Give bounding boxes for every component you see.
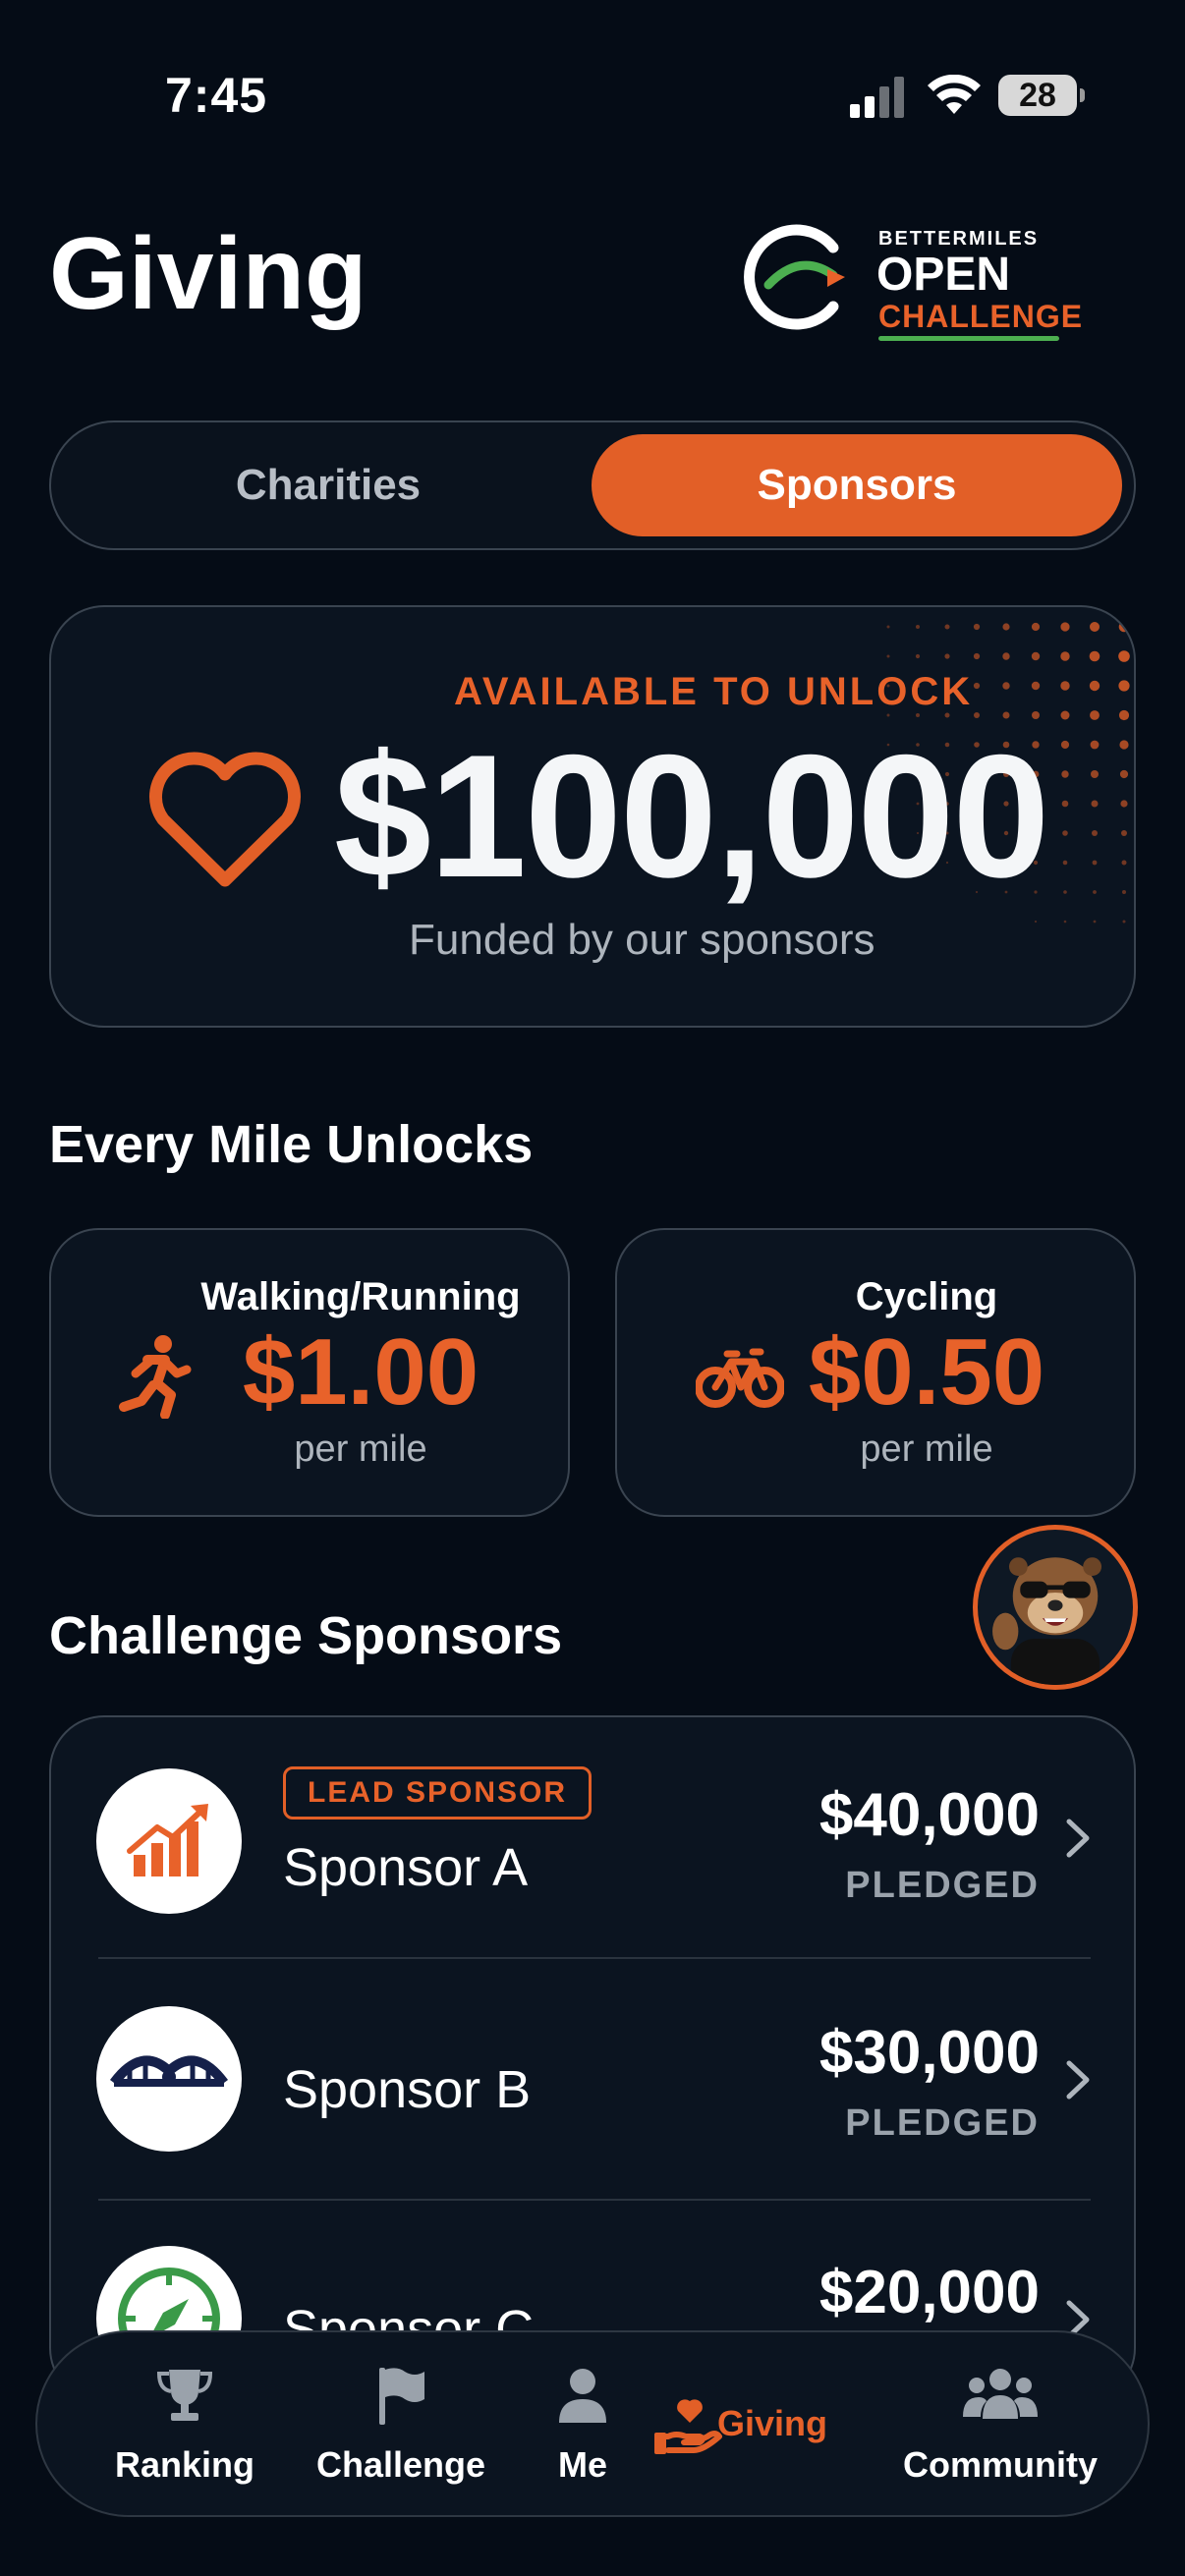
sponsor-logo [96,2006,242,2152]
giving-tab-switcher: Charities Sponsors [49,420,1136,550]
bridge-icon [109,2055,229,2087]
status-bar: 7:45 28 [0,0,1185,187]
rate-label: Cycling [855,1275,998,1318]
chevron-right-icon [1066,1819,1090,1858]
lead-sponsor-badge: LEAD SPONSOR [283,1766,592,1820]
rate-unit: per mile [294,1428,427,1470]
otter-mascot-avatar[interactable] [973,1525,1138,1690]
sponsor-status: PLEDGED [845,1865,1040,1906]
nav-label: Community [903,2444,1098,2485]
chevron-right-icon [1066,2060,1090,2100]
nav-challenge[interactable]: Challenge [303,2332,499,2519]
sponsor-amount: $20,000 [818,2259,1040,2326]
otter-mascot-icon [992,1557,1102,1685]
nav-label: Giving [717,2403,828,2443]
nav-label: Challenge [315,2444,486,2485]
cellular-signal-icon [850,77,904,118]
hero-eyebrow: AVAILABLE TO UNLOCK [454,670,974,713]
group-icon [963,2369,1038,2419]
sponsor-amount: $30,000 [818,2019,1040,2087]
nav-label: Me [557,2444,607,2485]
sponsor-logo [96,1768,242,1914]
growth-chart-icon [127,1804,208,1876]
wifi-icon [928,75,981,114]
available-to-unlock-card: AVAILABLE TO UNLOCK $100,000 Funded by o… [49,605,1136,1028]
bottom-navigation: Ranking Challenge Me Giving Community [35,2330,1150,2517]
cycling-rate-card: Cycling $0.50 per mile [615,1228,1136,1517]
sponsor-row-b[interactable]: Sponsor B $30,000 PLEDGED [51,1959,1134,2201]
sponsor-name: Sponsor B [283,2060,532,2119]
sponsor-amount: $40,000 [818,1781,1040,1849]
logo-mark-icon [744,224,845,330]
person-icon [559,2369,606,2423]
flag-icon [379,2368,424,2425]
rate-label: Walking/Running [200,1275,521,1318]
sponsor-list: LEAD SPONSOR Sponsor A $40,000 PLEDGED S… [49,1715,1136,2403]
rate-value: $1.00 [242,1319,480,1425]
sponsor-status: PLEDGED [845,2102,1040,2144]
status-time: 7:45 [165,68,268,123]
every-mile-unlocks-title: Every Mile Unlocks [49,1115,534,1174]
sponsor-row-a[interactable]: LEAD SPONSOR Sponsor A $40,000 PLEDGED [51,1717,1134,1959]
logo-open: OPEN [876,249,1011,301]
walking-running-rate-card: Walking/Running $1.00 per mile [49,1228,570,1517]
logo-underline [878,336,1059,341]
nav-community[interactable]: Community [882,2332,1118,2519]
nav-label: Ranking [114,2444,254,2485]
giving-hand-icon [654,2399,722,2454]
sponsor-name: Sponsor A [283,1838,529,1897]
hero-amount: $100,000 [334,718,1049,914]
nav-ranking[interactable]: Ranking [86,2332,283,2519]
heart-icon [149,752,301,887]
nav-giving[interactable]: Giving [647,2332,863,2519]
battery-indicator: 28 [998,75,1085,116]
running-icon [119,1335,192,1419]
bettermiles-logo: BETTERMILES OPEN CHALLENGE [743,218,1097,346]
trophy-icon [156,2370,213,2421]
rate-value: $0.50 [808,1319,1045,1425]
tab-sponsors[interactable]: Sponsors [592,434,1122,536]
challenge-sponsors-title: Challenge Sponsors [49,1606,563,1665]
hero-subtitle: Funded by our sponsors [409,916,875,964]
rate-unit: per mile [860,1428,993,1470]
nav-me[interactable]: Me [519,2332,647,2519]
tab-charities[interactable]: Charities [63,434,593,536]
page-title: Giving [49,217,367,331]
logo-challenge: CHALLENGE [878,299,1084,334]
